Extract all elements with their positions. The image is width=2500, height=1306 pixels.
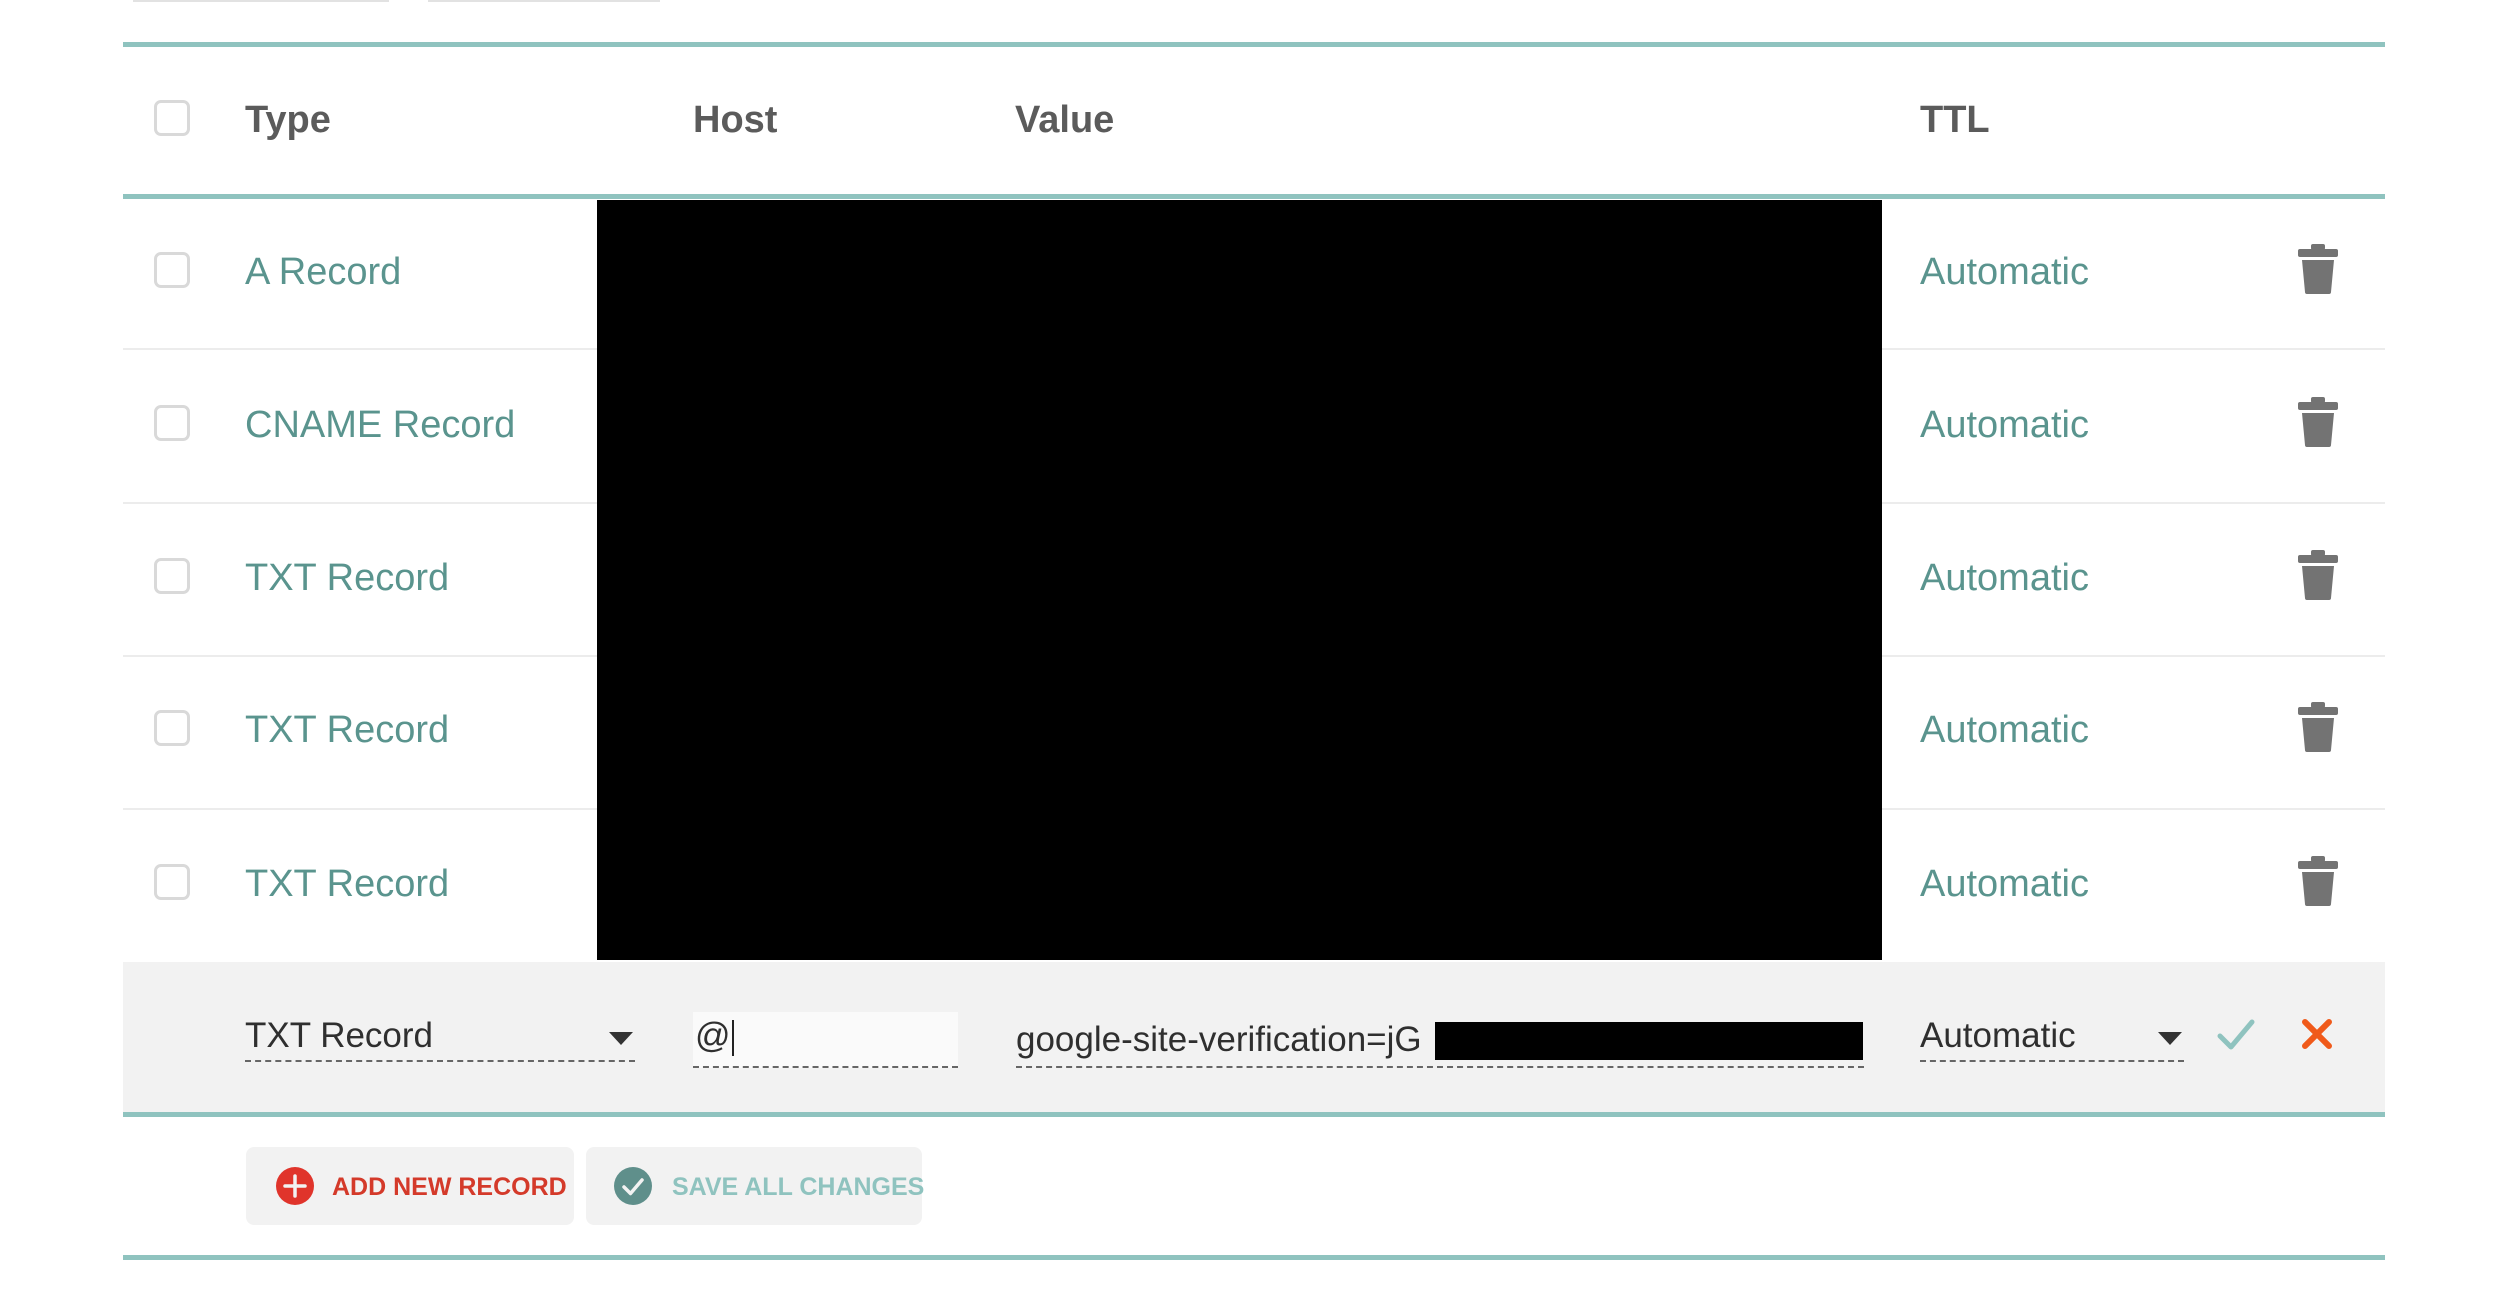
row-checkbox[interactable]: [154, 864, 190, 900]
redacted-block: [597, 200, 1882, 960]
add-new-record-label: ADD NEW RECORD: [332, 1173, 567, 1201]
record-type: TXT Record: [245, 863, 450, 905]
trash-icon[interactable]: [2298, 856, 2338, 906]
record-ttl: Automatic: [1920, 557, 2089, 599]
record-type: TXT Record: [245, 709, 450, 751]
header-host: Host: [693, 99, 778, 141]
redacted-value: [1435, 1022, 1863, 1060]
chevron-down-icon: [2158, 1032, 2182, 1045]
table-bottom-border: [123, 1255, 2385, 1260]
record-type: CNAME Record: [245, 404, 516, 446]
table-top-border: [123, 42, 2385, 47]
confirm-check-icon[interactable]: [2217, 1018, 2255, 1052]
trash-icon[interactable]: [2298, 244, 2338, 294]
record-type: A Record: [245, 251, 402, 293]
record-type-value: TXT Record: [245, 1016, 434, 1055]
header-bottom-border: [123, 194, 2385, 199]
record-ttl: Automatic: [1920, 404, 2089, 446]
record-type-select[interactable]: TXT Record: [245, 1012, 635, 1062]
save-all-changes-label: SAVE ALL CHANGES: [672, 1173, 925, 1201]
trash-icon[interactable]: [2298, 550, 2338, 600]
select-all-checkbox[interactable]: [154, 100, 190, 136]
row-checkbox[interactable]: [154, 558, 190, 594]
ttl-select[interactable]: Automatic: [1920, 1012, 2184, 1062]
host-input-value: @: [695, 1016, 731, 1055]
header-ttl: TTL: [1920, 99, 1990, 141]
cancel-x-icon[interactable]: [2301, 1018, 2333, 1050]
trash-icon[interactable]: [2298, 702, 2338, 752]
record-ttl: Automatic: [1920, 251, 2089, 293]
chevron-down-icon: [609, 1032, 633, 1045]
check-circle-icon: [614, 1167, 652, 1205]
ttl-select-value: Automatic: [1920, 1016, 2076, 1055]
value-input-text: google-site-verification=jG: [1016, 1020, 1422, 1059]
add-circle-icon: [276, 1167, 314, 1205]
trash-icon[interactable]: [2298, 397, 2338, 447]
tab-stub-left: [133, 0, 389, 2]
edit-row-bottom-border: [123, 1112, 2385, 1117]
record-ttl: Automatic: [1920, 863, 2089, 905]
row-checkbox[interactable]: [154, 405, 190, 441]
host-input[interactable]: @: [693, 1012, 958, 1068]
row-checkbox[interactable]: [154, 710, 190, 746]
row-checkbox[interactable]: [154, 252, 190, 288]
tab-stub-right: [428, 0, 660, 2]
record-ttl: Automatic: [1920, 709, 2089, 751]
text-cursor: [731, 1019, 734, 1056]
header-type: Type: [245, 99, 331, 141]
record-type: TXT Record: [245, 557, 450, 599]
save-all-changes-button[interactable]: SAVE ALL CHANGES: [586, 1147, 925, 1225]
header-value: Value: [1015, 99, 1115, 141]
edit-record-row: TXT Record @ google-site-verification=jG…: [123, 962, 2385, 1112]
add-new-record-button[interactable]: ADD NEW RECORD: [246, 1147, 574, 1225]
